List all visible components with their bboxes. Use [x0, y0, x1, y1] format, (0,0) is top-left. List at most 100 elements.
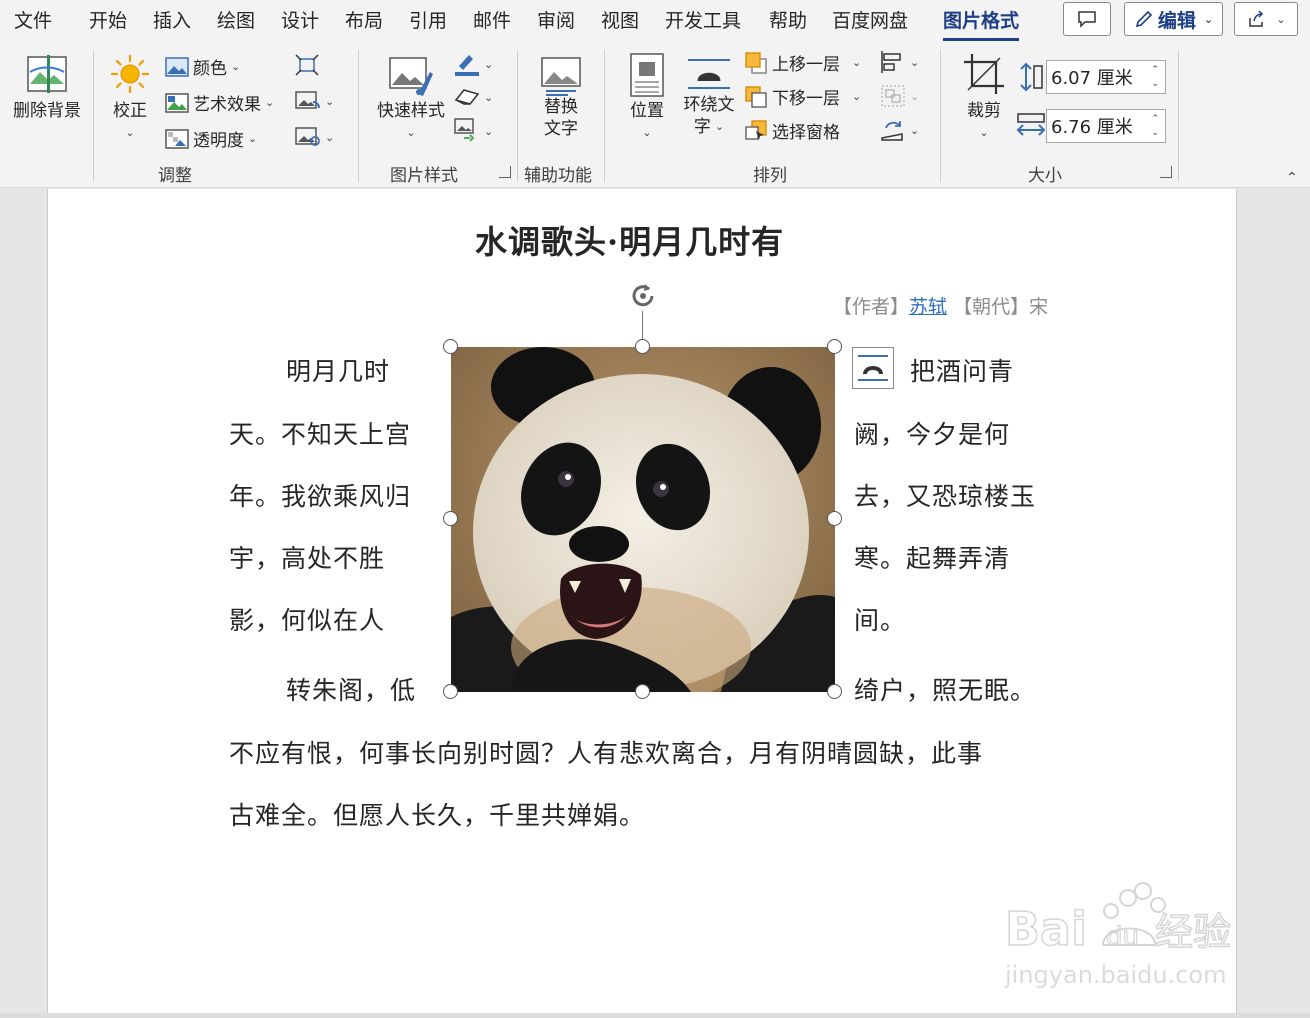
poem-line-left: 天。不知天上宫 — [229, 420, 412, 449]
tab-view[interactable]: 视图 — [601, 6, 639, 33]
tab-review[interactable]: 审阅 — [537, 6, 575, 33]
tab-insert[interactable]: 插入 — [153, 6, 191, 33]
poem-line-right: 寒。起舞弄清 — [854, 544, 1011, 573]
resize-handle-top[interactable] — [635, 339, 650, 354]
tab-layout[interactable]: 布局 — [345, 6, 383, 33]
wrap-text-label-line2: 字 — [693, 117, 711, 137]
alt-text-button[interactable]: 替换 文字 — [532, 54, 590, 140]
quick-styles-button[interactable]: 快速样式 ⌄ — [372, 54, 450, 144]
chevron-down-icon: ⌄ — [852, 56, 862, 69]
remove-background-icon — [27, 55, 67, 93]
quick-styles-label: 快速样式 — [377, 101, 445, 121]
tab-mailings[interactable]: 邮件 — [473, 6, 511, 33]
tab-draw[interactable]: 绘图 — [217, 6, 255, 33]
chevron-down-icon: ⌄ — [852, 90, 862, 103]
chevron-down-icon: ⌄ — [325, 94, 335, 108]
height-input[interactable]: 6.07 厘米 ⌃ ⌄ — [1046, 60, 1166, 94]
reset-picture-icon — [295, 127, 320, 146]
tab-developer[interactable]: 开发工具 — [665, 6, 741, 33]
chevron-down-icon: ⌄ — [910, 55, 920, 69]
tab-baidu-netdisk[interactable]: 百度网盘 — [832, 6, 908, 33]
width-icon — [1016, 113, 1046, 136]
chevron-down-icon: ⌄ — [484, 90, 494, 104]
picture-layout-button[interactable]: ⌄ — [454, 118, 493, 144]
dynasty-value: 宋 — [1029, 296, 1049, 318]
resize-handle-top-right[interactable] — [827, 339, 842, 354]
width-spinner[interactable]: ⌃ ⌄ — [1151, 112, 1159, 140]
group-objects-icon — [881, 85, 905, 107]
resize-handle-bottom-right[interactable] — [827, 684, 842, 699]
compress-pictures-button[interactable] — [295, 54, 319, 76]
transparency-button[interactable]: 透明度 ⌄ — [165, 126, 257, 151]
poem-line-right: 去，又恐琼楼玉 — [854, 482, 1037, 511]
crop-button[interactable]: 裁剪 ⌄ — [958, 52, 1010, 144]
tab-home[interactable]: 开始 — [89, 6, 127, 33]
group-objects-button[interactable]: ⌄ — [880, 84, 919, 108]
poem-line-full: 不应有恨，何事长向别时圆？人有悲欢离合，月有阴晴圆缺，此事 — [229, 739, 984, 768]
picture-border-button[interactable]: ⌄ — [454, 52, 493, 76]
selection-pane-button[interactable]: 选择窗格 — [744, 118, 840, 143]
remove-background-label: 删除背景 — [13, 101, 81, 121]
author-link[interactable]: 苏轼 — [909, 296, 947, 318]
panda-photo — [451, 347, 835, 692]
bring-forward-button[interactable]: 上移一层 ⌄ — [744, 50, 861, 75]
editing-mode-button[interactable]: 编辑 ⌄ — [1124, 2, 1223, 36]
artistic-effects-button[interactable]: 艺术效果 ⌄ — [165, 90, 274, 115]
height-spinner[interactable]: ⌃ ⌄ — [1151, 63, 1159, 91]
chevron-down-icon: ⌄ — [1203, 12, 1214, 26]
resize-handle-bottom[interactable] — [635, 684, 650, 699]
poem-line-left: 年。我欲乘风归 — [229, 482, 412, 511]
picture-styles-dialog-launcher[interactable] — [499, 166, 511, 178]
alt-text-icon — [541, 57, 581, 96]
tab-references[interactable]: 引用 — [409, 6, 447, 33]
horizontal-scrollbar[interactable] — [0, 1013, 1310, 1018]
group-label-adjust: 调整 — [158, 166, 192, 186]
chevron-down-icon: ⌄ — [406, 126, 416, 139]
position-label: 位置 — [630, 101, 664, 121]
wrap-text-button[interactable]: 环绕文 字 ⌄ — [680, 54, 738, 138]
picture-layout-icon — [454, 118, 475, 142]
group-separator — [604, 50, 605, 182]
tab-design[interactable]: 设计 — [281, 6, 319, 33]
rotate-handle-icon[interactable] — [628, 281, 658, 311]
picture-effects-button[interactable]: ⌄ — [454, 86, 493, 108]
chevron-down-icon: ⌄ — [1276, 12, 1286, 26]
tab-help[interactable]: 帮助 — [769, 6, 807, 33]
send-backward-button[interactable]: 下移一层 ⌄ — [744, 84, 861, 109]
compress-pictures-icon — [295, 54, 319, 76]
ribbon-tab-bar: 文件 开始 插入 绘图 设计 布局 引用 邮件 审阅 视图 开发工具 帮助 百度… — [0, 0, 1310, 42]
remove-background-button[interactable]: 删除背景 — [8, 52, 86, 122]
quick-styles-icon — [389, 57, 433, 96]
tab-file[interactable]: 文件 — [14, 6, 52, 33]
resize-handle-top-left[interactable] — [443, 339, 458, 354]
position-icon — [630, 53, 664, 97]
size-dialog-launcher[interactable] — [1160, 166, 1172, 178]
position-button[interactable]: 位置 ⌄ — [624, 52, 670, 144]
dynasty-label: 【朝代】 — [953, 296, 1030, 318]
resize-handle-left[interactable] — [443, 511, 458, 526]
svg-text:du: du — [1106, 922, 1139, 952]
rotate-button[interactable]: ⌄ — [880, 118, 919, 142]
reset-picture-button[interactable]: ⌄ — [295, 126, 334, 148]
comments-button[interactable] — [1063, 2, 1111, 36]
corrections-button[interactable]: 校正 ⌄ — [104, 54, 156, 144]
layout-options-button[interactable] — [852, 347, 894, 389]
width-input[interactable]: 6.76 厘米 ⌃ ⌄ — [1046, 109, 1166, 143]
color-button[interactable]: 颜色 ⌄ — [165, 54, 240, 79]
resize-handle-bottom-left[interactable] — [443, 684, 458, 699]
share-button[interactable]: ⌄ — [1234, 2, 1298, 36]
change-picture-button[interactable]: ⌄ — [295, 90, 334, 112]
collapse-ribbon-icon[interactable]: ⌃ — [1286, 170, 1298, 186]
pen-border-icon — [455, 55, 479, 76]
resize-handle-right[interactable] — [827, 511, 842, 526]
group-separator — [358, 50, 359, 182]
selected-picture[interactable] — [443, 339, 842, 699]
selection-pane-icon — [745, 119, 767, 140]
tab-picture-format[interactable]: 图片格式 — [943, 6, 1020, 41]
picture-color-icon — [165, 56, 189, 77]
svg-text:经验: 经验 — [1155, 910, 1231, 954]
bring-forward-icon — [745, 51, 767, 74]
poem-line-right: 把酒问青 — [910, 357, 1015, 386]
align-button[interactable]: ⌄ — [880, 50, 919, 74]
poem-title: 水调歌头·明月几时有 — [475, 223, 785, 261]
